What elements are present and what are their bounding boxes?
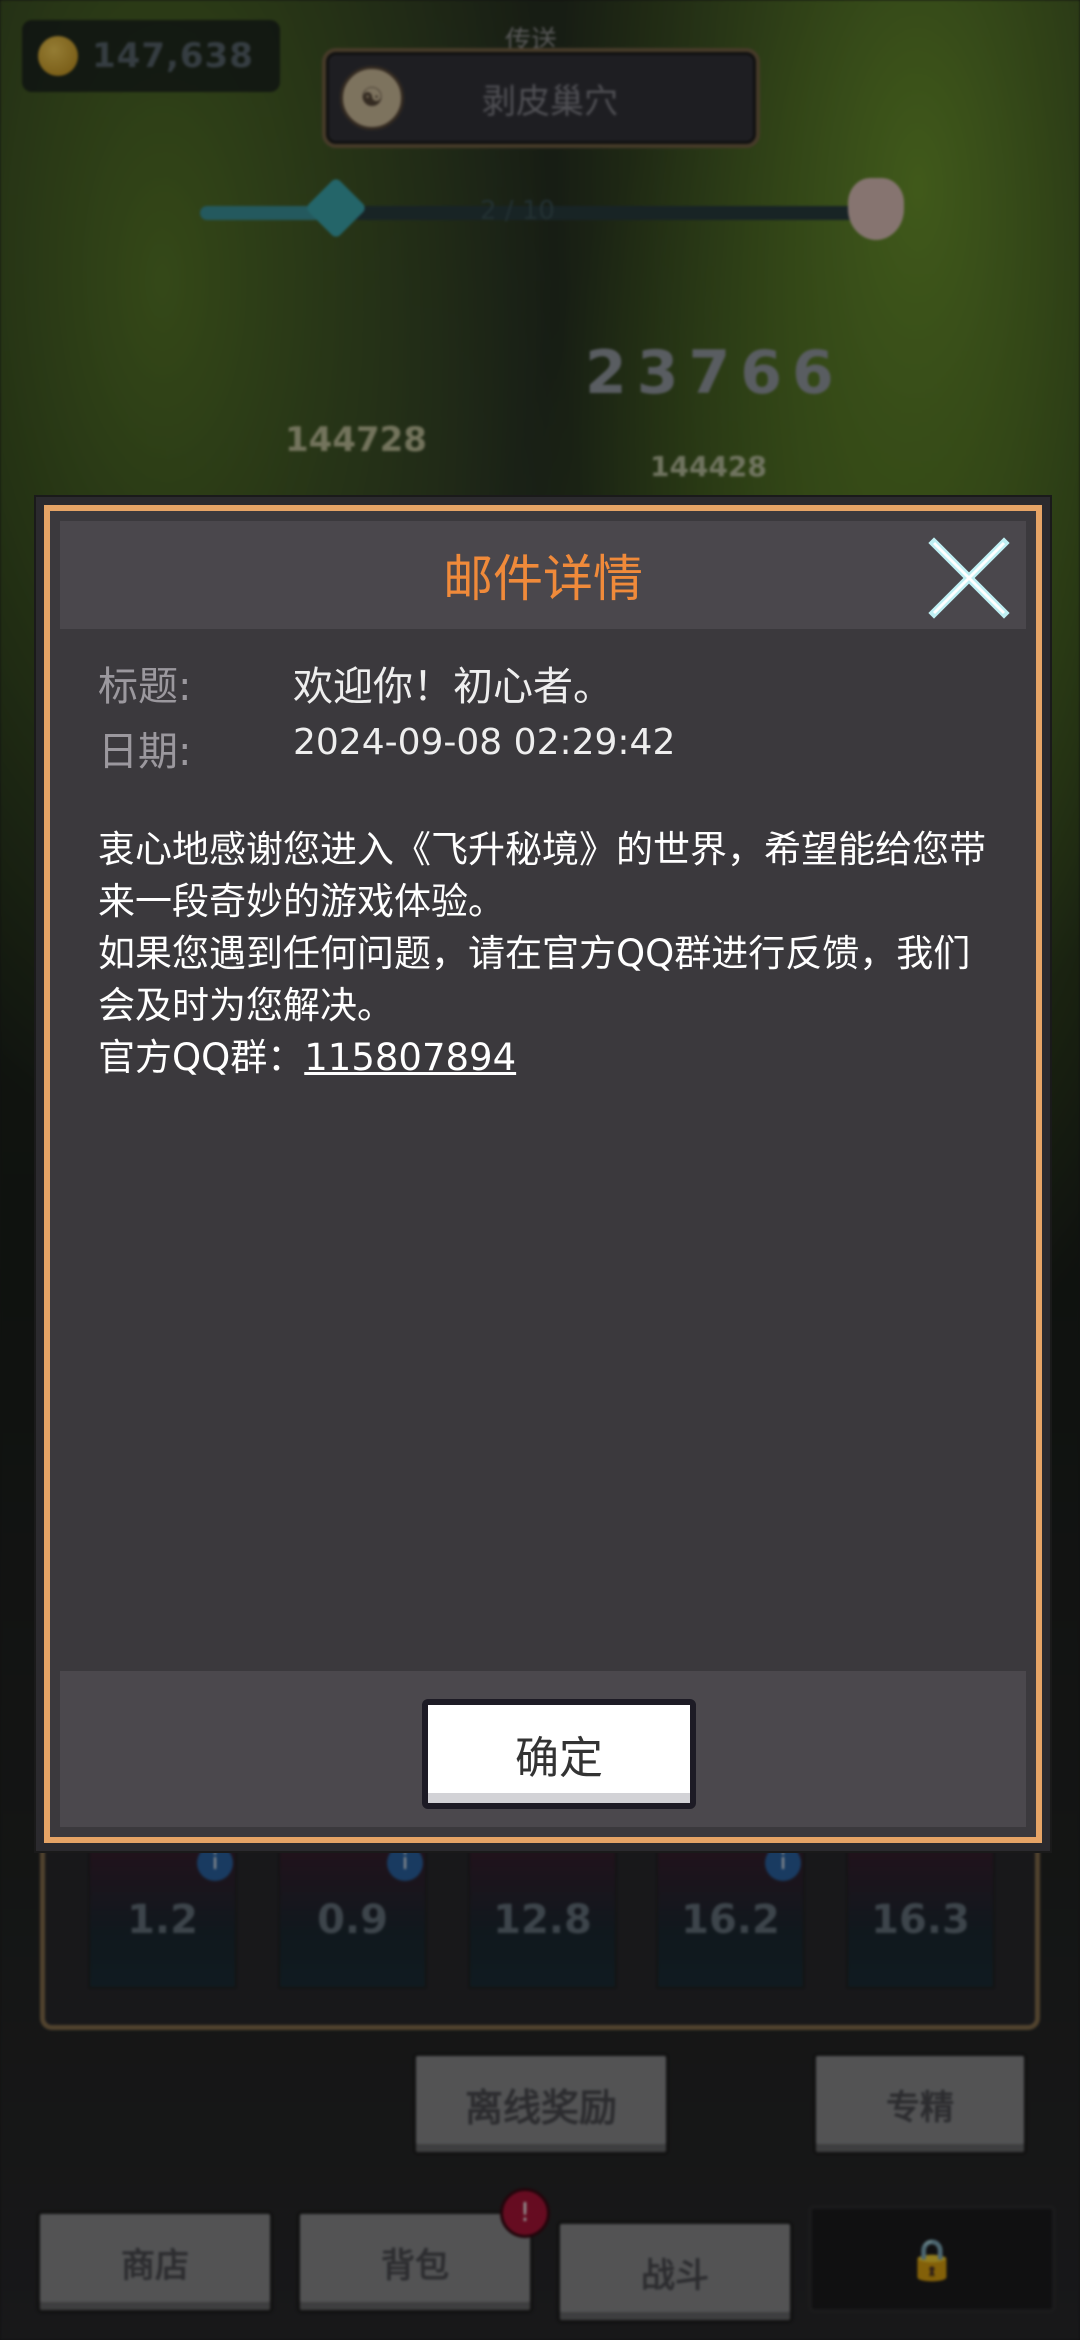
qq-group-link[interactable]: 115807894 <box>304 1036 516 1079</box>
mail-paragraph: 衷心地感谢您进入《飞升秘境》的世界，希望能给您带来一段奇妙的游戏体验。 <box>98 828 986 923</box>
dialog-title: 邮件详情 <box>443 550 643 608</box>
close-icon <box>928 537 1010 619</box>
dialog-body: 标题: 欢迎你！初心者。 日期: 2024-09-08 02:29:42 衷心地… <box>60 629 1026 1669</box>
dialog-footer: 确定 <box>60 1671 1026 1827</box>
mail-paragraph: 如果您遇到任何问题，请在官方QQ群进行反馈，我们会及时为您解决。 <box>98 932 971 1027</box>
qq-group-label: 官方QQ群： <box>98 1036 305 1079</box>
qq-group-line: 官方QQ群：115807894 <box>98 1032 998 1084</box>
subject-row: 标题: 欢迎你！初心者。 <box>98 654 613 712</box>
mail-content: 衷心地感谢您进入《飞升秘境》的世界，希望能给您带来一段奇妙的游戏体验。 如果您遇… <box>98 824 998 1084</box>
date-label: 日期: <box>98 729 192 775</box>
mail-detail-dialog: 邮件详情 标题: 欢迎你！初心者。 日期: 2024-09-08 02:29:4… <box>44 505 1042 1843</box>
date-row: 日期: 2024-09-08 02:29:42 <box>98 719 675 777</box>
dialog-header: 邮件详情 <box>60 521 1026 629</box>
subject-label: 标题: <box>98 664 192 710</box>
date-value: 2024-09-08 02:29:42 <box>293 722 676 763</box>
close-button[interactable] <box>924 535 1012 623</box>
subject-value: 欢迎你！初心者。 <box>293 664 613 710</box>
confirm-button[interactable]: 确定 <box>422 1699 696 1809</box>
